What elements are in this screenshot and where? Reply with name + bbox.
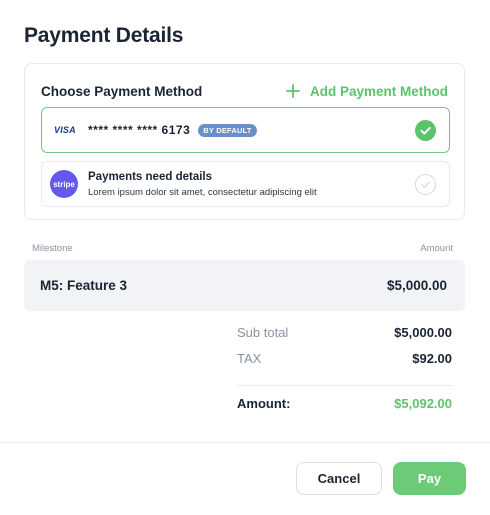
footer-divider (0, 442, 490, 443)
payment-method-card: Choose Payment Method Add Payment Method… (24, 63, 465, 220)
milestone-name: M5: Feature 3 (40, 278, 128, 293)
tax-value: $92.00 (412, 351, 452, 366)
payment-option-visa[interactable]: VISA **** **** **** 6173 BY DEFAULT (41, 107, 450, 153)
cancel-button[interactable]: Cancel (296, 462, 382, 495)
stripe-logo-icon: stripe (50, 170, 78, 198)
stripe-description: Lorem ipsum dolor sit amet, consectetur … (88, 186, 317, 198)
add-payment-method-label: Add Payment Method (309, 83, 448, 99)
stripe-text: Payments need details Lorem ipsum dolor … (88, 171, 317, 198)
total-value: $5,092.00 (394, 396, 452, 411)
total-row: Amount: $5,092.00 (237, 396, 452, 411)
stripe-title: Payments need details (88, 170, 212, 183)
tax-label: TAX (237, 351, 262, 366)
payment-method-header: Choose Payment Method Add Payment Method (41, 81, 448, 101)
subtotal-value: $5,000.00 (394, 325, 452, 340)
subtotal-label: Sub total (237, 325, 289, 340)
milestone-table-header: Milestone Amount (32, 243, 453, 254)
amount-column-header: Amount (420, 243, 453, 254)
page-title: Payment Details (24, 24, 184, 47)
tax-row: TAX $92.00 (237, 351, 452, 366)
milestone-amount: $5,000.00 (386, 278, 447, 293)
milestone-column-header: Milestone (32, 243, 73, 254)
selected-check-icon[interactable] (415, 120, 436, 141)
total-label: Amount: (237, 396, 291, 411)
payment-option-stripe[interactable]: stripe Payments need details Lorem ipsum… (41, 161, 450, 207)
summary-divider (237, 385, 452, 386)
card-number: **** **** **** 6173 (88, 123, 191, 137)
table-row: M5: Feature 3 $5,000.00 (24, 260, 465, 311)
subtotal-row: Sub total $5,000.00 (237, 325, 452, 340)
visa-logo-icon: VISA (54, 125, 76, 135)
add-payment-method-button[interactable]: Add Payment Method (286, 84, 448, 99)
unselected-check-icon[interactable] (415, 174, 436, 195)
choose-payment-method-heading: Choose Payment Method (41, 83, 203, 99)
default-badge: BY DEFAULT (198, 123, 257, 137)
plus-icon (286, 84, 300, 98)
pay-button[interactable]: Pay (393, 462, 466, 495)
